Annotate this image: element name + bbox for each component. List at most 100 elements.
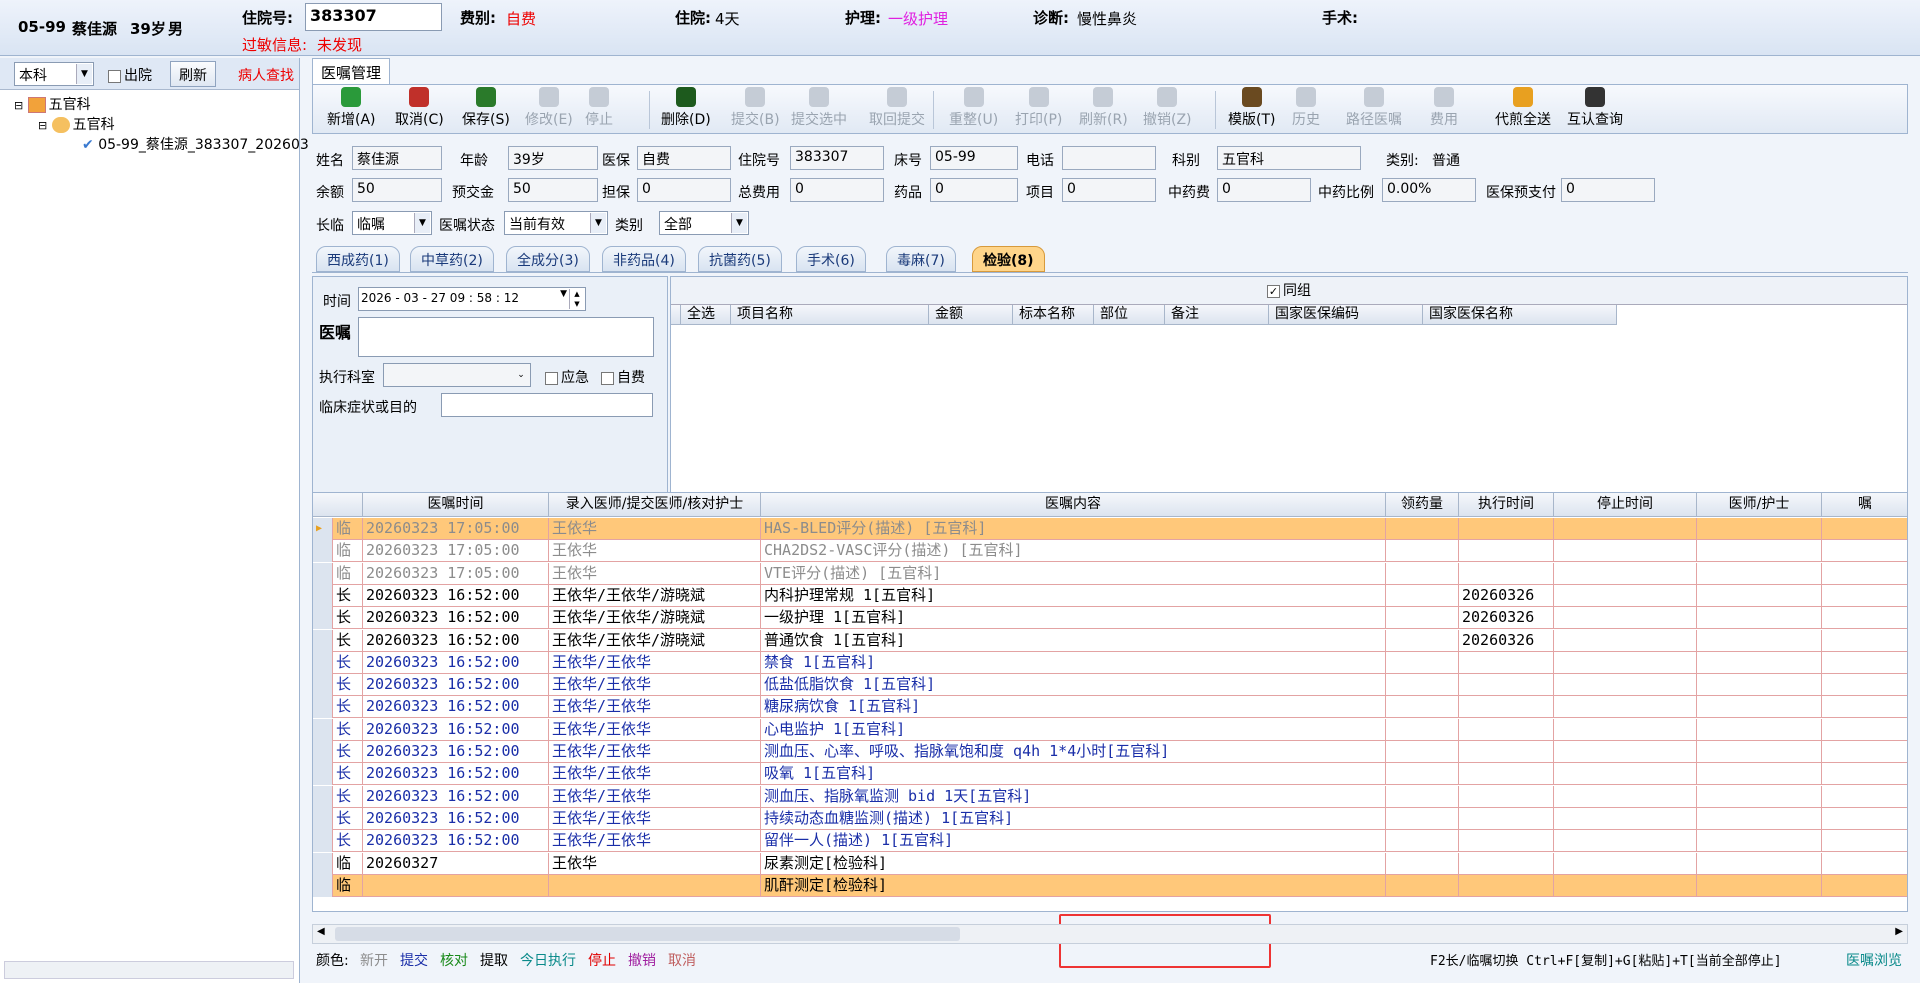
item-field[interactable]: 0 xyxy=(1062,178,1156,202)
tab-order-category[interactable]: 西成药(1) xyxy=(316,246,400,272)
retrieve-button[interactable]: 取回提交 xyxy=(869,87,925,129)
name-field[interactable]: 蔡佳源 xyxy=(352,146,442,170)
dept-field[interactable]: 五官科 xyxy=(1217,146,1361,170)
phone-field[interactable] xyxy=(1062,146,1156,170)
stop-button[interactable]: 停止 xyxy=(585,87,613,129)
order-col-header[interactable]: 录入医师/提交医师/核对护士 xyxy=(549,493,761,517)
refresh-button[interactable]: 刷新 xyxy=(170,61,216,87)
left-horizontal-scrollbar[interactable] xyxy=(4,961,294,979)
order-row[interactable]: ▶ 临 20260323 17:05:00 王依华 HAS-BLED评分(描述) [五官… xyxy=(313,518,1907,540)
lab-col-header[interactable]: 部位 xyxy=(1094,305,1165,325)
guarantee-field[interactable]: 0 xyxy=(637,178,731,202)
order-row[interactable]: 临 20260327 王依华 尿素测定[检验科] xyxy=(313,852,1907,875)
find-patient-button[interactable]: 病人查找 xyxy=(238,65,294,85)
save-button[interactable]: 保存(S) xyxy=(462,87,510,129)
urgent-checkbox[interactable]: 应急 xyxy=(545,367,589,387)
edit-button[interactable]: 修改(E) xyxy=(525,87,573,129)
chevron-down-icon[interactable]: ▼ xyxy=(560,289,567,299)
order-col-header[interactable]: 医嘱内容 xyxy=(761,493,1386,517)
tab-order-category[interactable]: 毒麻(7) xyxy=(886,246,956,272)
order-col-header[interactable]: 医师/护士 xyxy=(1697,493,1822,517)
lab-col-header[interactable]: 备注 xyxy=(1165,305,1269,325)
time-picker[interactable]: 2026 - 03 - 27 09 : 58 : 12 ▼ ▲ ▼ xyxy=(358,287,586,311)
delete-button[interactable]: 删除(D) xyxy=(661,87,711,129)
order-row[interactable]: 长 20260323 16:52:00 王依华/王依华 留伴一人(描述) 1[五官科] xyxy=(313,830,1907,853)
order-col-header[interactable]: 领药量 xyxy=(1386,493,1459,517)
symptom-input[interactable] xyxy=(441,393,653,417)
spinner-icon[interactable]: ▲ ▼ xyxy=(569,289,584,309)
age-field[interactable]: 39岁 xyxy=(508,146,598,170)
template-button[interactable]: 模版(T) xyxy=(1228,87,1275,129)
order-row[interactable]: 长 20260323 16:52:00 王依华/王依华/游晓斌 普通饮食 1[五官科]… xyxy=(313,629,1907,652)
tab-order-category[interactable]: 手术(6) xyxy=(796,246,866,272)
tree-node-ward[interactable]: ⊟ 五官科 xyxy=(38,114,115,134)
order-row[interactable]: 长 20260323 16:52:00 王依华/王依华 吸氧 1[五官科] xyxy=(313,763,1907,786)
order-row[interactable]: 临 20260323 17:05:00 王依华 CHA2DS2-VASC评分(描述) … xyxy=(313,540,1907,563)
order-status-select[interactable]: 当前有效 ▼ xyxy=(504,211,608,235)
bed-field[interactable]: 05-99 xyxy=(930,146,1018,170)
submit-button[interactable]: 提交(B) xyxy=(731,87,780,129)
same-group-checkbox[interactable]: ✓ 同组 xyxy=(1267,283,1311,299)
dept-select[interactable]: 本科 ▼ xyxy=(14,62,94,86)
total-field[interactable]: 0 xyxy=(790,178,884,202)
order-row[interactable]: 长 20260323 16:52:00 王依华/王依华/游晓斌 一级护理 1[五官科]… xyxy=(313,607,1907,630)
scroll-left-icon[interactable]: ◀ xyxy=(317,926,325,937)
lab-col-header[interactable]: 金额 xyxy=(929,305,1013,325)
order-row[interactable]: 长 20260323 16:52:00 王依华/王依华/游晓斌 内科护理常规 1[五官… xyxy=(313,584,1907,607)
insurance-field[interactable]: 自费 xyxy=(637,146,731,170)
order-row[interactable]: 长 20260323 16:52:00 王依华/王依华 糖尿病饮食 1[五官科] xyxy=(313,696,1907,719)
discharge-checkbox[interactable]: 出院 xyxy=(108,65,152,85)
fee-button[interactable]: 费用 xyxy=(1430,87,1458,129)
order-browse-link[interactable]: 医嘱浏览 xyxy=(1846,950,1902,970)
order-row[interactable]: 长 20260323 16:52:00 王依华/王依华 低盐低脂饮食 1[五官科] xyxy=(313,674,1907,697)
balance-field[interactable]: 50 xyxy=(352,178,442,202)
order-textarea[interactable] xyxy=(358,317,654,357)
undo-button[interactable]: 取消(C) xyxy=(395,87,444,129)
reorganize-button[interactable]: 重整(U) xyxy=(949,87,998,129)
tab-order-category[interactable]: 中草药(2) xyxy=(410,246,494,272)
grid-horizontal-scrollbar[interactable]: ◀ ▶ xyxy=(312,924,1908,944)
lab-col-header[interactable]: 国家医保编码 xyxy=(1269,305,1423,325)
order-col-header[interactable]: 执行时间 xyxy=(1459,493,1554,517)
order-col-header[interactable]: 停止时间 xyxy=(1554,493,1697,517)
pathway-button[interactable]: 路径医嘱 xyxy=(1346,87,1402,129)
tab-order-category[interactable]: 检验(8) xyxy=(972,246,1045,272)
tab-order-management[interactable]: 医嘱管理 xyxy=(312,58,391,84)
lab-col-header[interactable]: 项目名称 xyxy=(731,305,929,325)
tab-order-category[interactable]: 抗菌药(5) xyxy=(698,246,782,272)
order-row[interactable]: 长 20260323 16:52:00 王依华/王依华 测血压、心率、呼吸、指脉氧饱和… xyxy=(313,741,1907,763)
selfpay-checkbox[interactable]: 自费 xyxy=(601,367,645,387)
long-temp-select[interactable]: 临嘱 ▼ xyxy=(352,211,432,235)
order-row[interactable]: 长 20260323 16:52:00 王依华/王依华 持续动态血糖监测(描述) 1[… xyxy=(313,807,1907,830)
refresh-button[interactable]: 刷新(R) xyxy=(1079,87,1128,129)
add-button[interactable]: 新增(A) xyxy=(327,87,376,129)
herb-field[interactable]: 0 xyxy=(1217,178,1311,202)
tree-node-dept[interactable]: ⊟ 五官科 xyxy=(14,94,91,114)
order-row[interactable]: 长 20260323 16:52:00 王依华/王依华 禁食 1[五官科] xyxy=(313,651,1907,674)
order-col-header[interactable]: 医嘱时间 xyxy=(363,493,549,517)
revoke-button[interactable]: 撤销(Z) xyxy=(1143,87,1192,129)
lab-col-header[interactable]: 标本名称 xyxy=(1013,305,1094,325)
order-row[interactable]: 临 肌酐测定[检验科] xyxy=(313,874,1907,897)
submit-selected-button[interactable]: 提交选中 xyxy=(791,87,847,129)
tab-order-category[interactable]: 全成分(3) xyxy=(506,246,590,272)
tab-order-category[interactable]: 非药品(4) xyxy=(602,246,686,272)
prepay-field[interactable]: 50 xyxy=(508,178,598,202)
admission-field[interactable]: 383307 xyxy=(305,3,442,31)
ins_prepay-field[interactable]: 0 xyxy=(1561,178,1655,202)
order-row[interactable]: 临 20260323 17:05:00 王依华 VTE评分(描述) [五官科] xyxy=(313,562,1907,585)
admission-field[interactable]: 383307 xyxy=(790,146,884,170)
scrollbar-thumb[interactable] xyxy=(335,927,960,941)
herb_ratio-field[interactable]: 0.00% xyxy=(1382,178,1476,202)
decoct-button[interactable]: 代煎全送 xyxy=(1495,87,1551,129)
order-row[interactable]: 长 20260323 16:52:00 王依华/王依华 测血压、指脉氧监测 bid 1… xyxy=(313,785,1907,808)
drug-field[interactable]: 0 xyxy=(930,178,1018,202)
history-button[interactable]: 历史 xyxy=(1292,87,1320,129)
print-button[interactable]: 打印(P) xyxy=(1015,87,1062,129)
lab-col-header[interactable]: 国家医保名称 xyxy=(1423,305,1617,325)
type-select[interactable]: 全部 ▼ xyxy=(659,211,749,235)
search-button[interactable]: 互认查询 xyxy=(1567,87,1623,129)
scroll-right-icon[interactable]: ▶ xyxy=(1895,926,1903,937)
lab-col-header[interactable]: 全选 xyxy=(681,305,731,325)
tree-node-patient[interactable]: ✔ 05-99_蔡佳源_383307_202603 xyxy=(82,134,309,154)
